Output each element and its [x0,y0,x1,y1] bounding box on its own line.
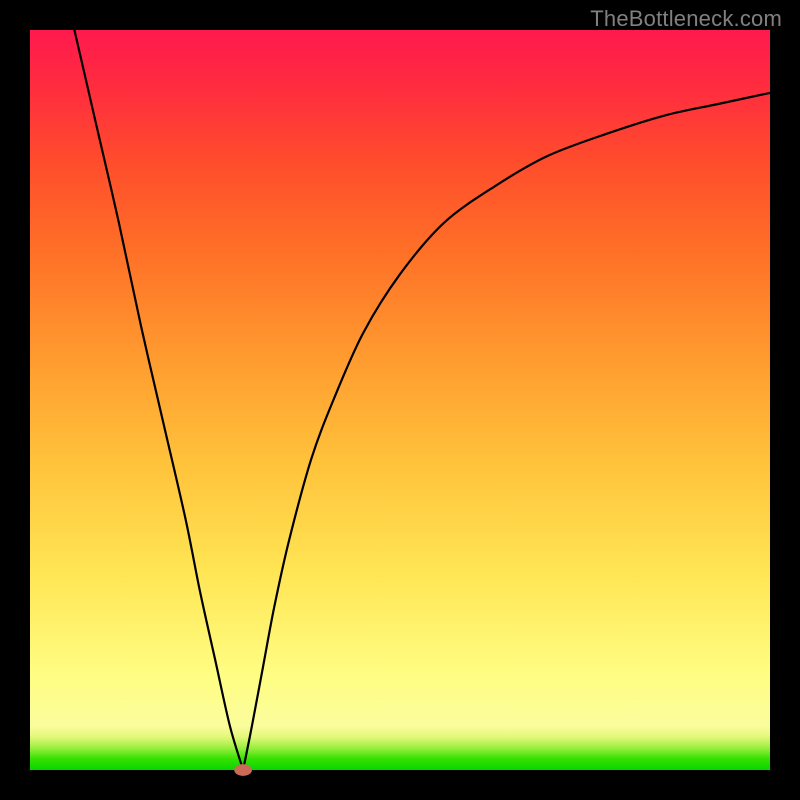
chart-frame: TheBottleneck.com [0,0,800,800]
curve-svg [30,30,770,770]
bottleneck-curve [74,30,770,775]
plot-area [30,30,770,770]
watermark-text: TheBottleneck.com [590,6,782,32]
min-marker [234,764,252,776]
